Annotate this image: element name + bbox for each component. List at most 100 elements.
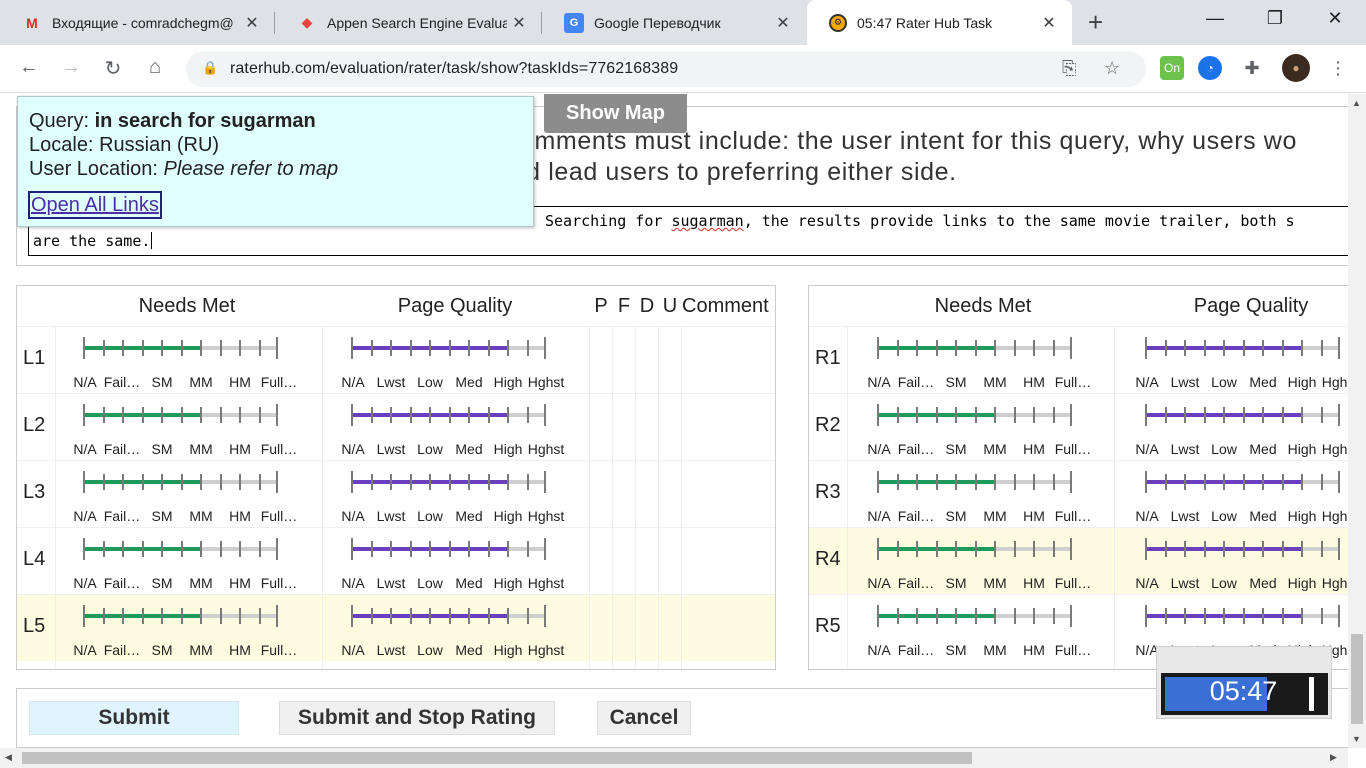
slider-tick[interactable] bbox=[994, 340, 996, 356]
slider-tick[interactable] bbox=[390, 608, 392, 624]
slider-tick[interactable] bbox=[1223, 608, 1225, 624]
slider-tick[interactable] bbox=[1203, 340, 1206, 356]
slider-tick[interactable] bbox=[1242, 407, 1245, 423]
slider-tick[interactable] bbox=[1338, 404, 1340, 426]
show-map-button[interactable]: Show Map bbox=[544, 94, 687, 133]
slider-tick[interactable] bbox=[258, 407, 261, 423]
slider-tick[interactable] bbox=[122, 608, 124, 624]
slider-tick[interactable] bbox=[526, 608, 529, 624]
slider-tick[interactable] bbox=[877, 337, 879, 359]
slider-tick[interactable] bbox=[409, 608, 412, 624]
slider-tick[interactable] bbox=[896, 608, 899, 624]
slider-tick[interactable] bbox=[1338, 605, 1340, 627]
slider-tick[interactable] bbox=[180, 474, 183, 490]
slider-tick[interactable] bbox=[1052, 541, 1055, 557]
slider-tick[interactable] bbox=[448, 474, 451, 490]
slider-tick[interactable] bbox=[955, 340, 957, 356]
slider-tick[interactable] bbox=[1281, 608, 1284, 624]
slider-tick[interactable] bbox=[1070, 404, 1072, 426]
slider-tick[interactable] bbox=[239, 474, 241, 490]
slider-tick[interactable] bbox=[507, 474, 509, 490]
slider-tick[interactable] bbox=[258, 608, 261, 624]
minimize-icon[interactable]: — bbox=[1200, 8, 1230, 29]
slider-tick[interactable] bbox=[219, 474, 222, 490]
slider-tick[interactable] bbox=[1184, 474, 1186, 490]
slider-tick[interactable] bbox=[1184, 541, 1186, 557]
slider-tick[interactable] bbox=[955, 541, 957, 557]
slider-tick[interactable] bbox=[1338, 471, 1340, 493]
slider-tick[interactable] bbox=[1164, 474, 1167, 490]
translate-page-icon[interactable]: ⎘ bbox=[1062, 58, 1076, 79]
slider-tick[interactable] bbox=[507, 407, 509, 423]
slider-tick[interactable] bbox=[955, 608, 957, 624]
submit-button[interactable]: Submit bbox=[29, 701, 239, 735]
slider-tick[interactable] bbox=[370, 340, 373, 356]
scroll-down-icon[interactable]: ▼ bbox=[1352, 734, 1361, 744]
slider-tick[interactable] bbox=[1164, 541, 1167, 557]
slider-tick[interactable] bbox=[239, 541, 241, 557]
new-tab-button[interactable]: + bbox=[1088, 8, 1103, 36]
slider-tick[interactable] bbox=[1033, 340, 1035, 356]
slider-tick[interactable] bbox=[141, 541, 144, 557]
slider-tick[interactable] bbox=[1262, 608, 1264, 624]
slider-tick[interactable] bbox=[1223, 541, 1225, 557]
page-quality-slider[interactable]: N/A Lwst Low Med HighHghst bbox=[341, 337, 564, 397]
needs-met-slider[interactable]: N/A Fail… SM MM HM Full… bbox=[73, 605, 297, 665]
slider-tick[interactable] bbox=[487, 340, 490, 356]
slider-tick[interactable] bbox=[122, 541, 124, 557]
slider-tick[interactable] bbox=[1203, 407, 1206, 423]
slider-tick[interactable] bbox=[390, 407, 392, 423]
slider-tick[interactable] bbox=[161, 340, 163, 356]
slider-tick[interactable] bbox=[507, 340, 509, 356]
slider-tick[interactable] bbox=[896, 541, 899, 557]
needs-met-slider[interactable]: N/A Fail… SM MM HM Full… bbox=[867, 471, 1091, 531]
slider-tick[interactable] bbox=[122, 407, 124, 423]
slider-tick[interactable] bbox=[83, 538, 85, 560]
page-quality-slider[interactable]: N/A Lwst Low Med HighHghst bbox=[341, 404, 564, 464]
slider-tick[interactable] bbox=[370, 407, 373, 423]
slider-tick[interactable] bbox=[1203, 474, 1206, 490]
address-bar[interactable]: 🔒 raterhub.com/evaluation/rater/task/sho… bbox=[186, 51, 1146, 87]
slider-tick[interactable] bbox=[487, 608, 490, 624]
slider-tick[interactable] bbox=[994, 608, 996, 624]
slider-tick[interactable] bbox=[916, 407, 918, 423]
vertical-scrollbar[interactable]: ▲ ▼ bbox=[1348, 94, 1366, 748]
slider-tick[interactable] bbox=[351, 471, 353, 493]
slider-tick[interactable] bbox=[1164, 340, 1167, 356]
slider-tick[interactable] bbox=[258, 340, 261, 356]
slider-tick[interactable] bbox=[200, 340, 202, 356]
page-quality-slider[interactable]: N/A Lwst Low Med HighHghst bbox=[1135, 538, 1348, 598]
slider-tick[interactable] bbox=[351, 337, 353, 359]
needs-met-slider[interactable]: N/A Fail… SM MM HM Full… bbox=[73, 404, 297, 464]
slider-tick[interactable] bbox=[429, 541, 431, 557]
slider-tick[interactable] bbox=[122, 474, 124, 490]
slider-tick[interactable] bbox=[877, 404, 879, 426]
slider-tick[interactable] bbox=[1145, 404, 1147, 426]
slider-tick[interactable] bbox=[994, 474, 996, 490]
tab-google-translate[interactable]: G Google Переводчик ✕ bbox=[542, 0, 806, 45]
slider-tick[interactable] bbox=[122, 340, 124, 356]
slider-tick[interactable] bbox=[161, 541, 163, 557]
slider-tick[interactable] bbox=[1013, 340, 1016, 356]
slider-tick[interactable] bbox=[1070, 605, 1072, 627]
slider-tick[interactable] bbox=[1262, 474, 1264, 490]
slider-tick[interactable] bbox=[1145, 471, 1147, 493]
slider-tick[interactable] bbox=[409, 474, 412, 490]
slider-tick[interactable] bbox=[1052, 340, 1055, 356]
slider-tick[interactable] bbox=[1281, 340, 1284, 356]
page-quality-slider[interactable]: N/A Lwst Low Med HighHghst bbox=[1135, 471, 1348, 531]
slider-tick[interactable] bbox=[102, 608, 105, 624]
slider-tick[interactable] bbox=[239, 407, 241, 423]
slider-tick[interactable] bbox=[258, 474, 261, 490]
slider-tick[interactable] bbox=[1242, 608, 1245, 624]
slider-tick[interactable] bbox=[448, 340, 451, 356]
slider-tick[interactable] bbox=[1320, 407, 1323, 423]
slider-tick[interactable] bbox=[409, 407, 412, 423]
page-quality-slider[interactable]: N/A Lwst Low Med HighHghst bbox=[1135, 337, 1348, 397]
close-icon[interactable]: ✕ bbox=[1040, 13, 1058, 33]
page-quality-slider[interactable]: N/A Lwst Low Med HighHghst bbox=[1135, 404, 1348, 464]
slider-tick[interactable] bbox=[102, 407, 105, 423]
slider-tick[interactable] bbox=[1052, 608, 1055, 624]
slider-tick[interactable] bbox=[935, 407, 938, 423]
slider-tick[interactable] bbox=[1281, 407, 1284, 423]
